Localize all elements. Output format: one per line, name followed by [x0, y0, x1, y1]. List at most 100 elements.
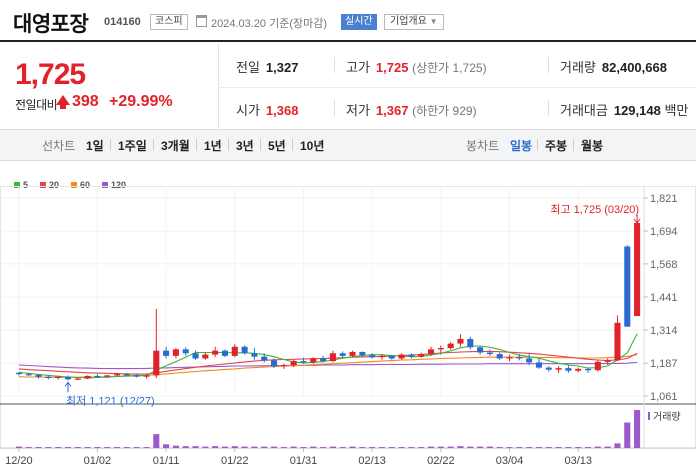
x-tick-label: 01/31 [290, 455, 318, 467]
candle-body [310, 358, 317, 363]
tab-1w[interactable]: 1주일 [118, 137, 147, 154]
volume-bar [594, 446, 601, 448]
quote-date: 2024.03.20 기준(장마감) [211, 18, 328, 30]
candle-body [516, 357, 523, 359]
prev-close: 전일 1,327 [236, 60, 299, 75]
candle-body [614, 322, 621, 361]
candle-body [270, 360, 278, 367]
candle-body [300, 361, 307, 363]
price-change: 398 [72, 93, 99, 110]
candle-body [477, 347, 484, 353]
volume-bar [427, 446, 435, 448]
volume-bar [251, 446, 258, 448]
chart-tabs: 선차트 1일 1주일 3개월 1년 3년 5년 10년 봉차트 일봉 주봉 월봉 [0, 130, 696, 161]
volume-bar [378, 447, 386, 448]
candle-body [55, 376, 62, 379]
volume-bar [123, 447, 130, 448]
x-tick-label: 03/13 [564, 455, 592, 467]
volume-bar [55, 447, 62, 448]
volume-bar [624, 422, 631, 448]
tab-10y[interactable]: 10년 [300, 137, 324, 154]
calendar-icon [196, 15, 207, 27]
volume-bar [477, 446, 484, 448]
candle-body [192, 353, 199, 359]
candle-body [457, 338, 464, 344]
candle-body [231, 346, 238, 356]
volume-bar [172, 445, 179, 448]
y-tick-label: 1,187 [650, 358, 678, 370]
volume-bar [310, 446, 317, 448]
ma5-line [18, 333, 638, 379]
volume-bar [545, 447, 552, 448]
tab-1y[interactable]: 1년 [204, 137, 222, 154]
x-tick-label: 02/22 [427, 455, 455, 467]
volume-bar [221, 446, 229, 448]
tab-monthly[interactable]: 월봉 [581, 137, 603, 154]
volume-bar [202, 446, 209, 448]
volume-bar [153, 434, 160, 448]
candle-body [565, 368, 572, 371]
volume-bar [212, 446, 219, 448]
volume-bar [74, 447, 81, 448]
volume-label: 거래량 [653, 411, 681, 423]
price-change-percent: +29.99% [109, 93, 173, 110]
volume-bar [163, 444, 170, 448]
divider [196, 139, 197, 151]
candle-body [133, 375, 140, 377]
tab-5y[interactable]: 5년 [268, 137, 286, 154]
low-annotation: 최저 1,121 (12/27) [66, 394, 155, 407]
volume-bar [104, 447, 111, 448]
volume: 거래량 82,400,668 [560, 60, 667, 75]
candlestick-chart[interactable]: 1,821 1,694 1,568 1,441 1,314 1,187 1,061 12/20… [0, 186, 696, 475]
candle-body [64, 376, 72, 380]
divider [260, 139, 261, 151]
volume-bar [496, 447, 503, 448]
candle-body [349, 351, 356, 356]
x-tick-label: 01/22 [221, 455, 249, 467]
candle-body [369, 355, 376, 358]
candle-body [506, 357, 513, 359]
divider [153, 139, 154, 151]
candle-body [320, 358, 327, 362]
tab-3m[interactable]: 3개월 [161, 137, 190, 154]
candle-body [251, 353, 258, 357]
tab-weekly[interactable]: 주봉 [545, 137, 567, 154]
volume-bar [25, 447, 32, 448]
volume-bar [369, 447, 376, 448]
volume-bar [182, 446, 189, 448]
candle-body [526, 358, 533, 363]
volume-bar [486, 446, 493, 448]
candle-body [280, 364, 287, 367]
volume-bar [575, 447, 582, 448]
volume-bar [261, 446, 268, 448]
volume-bar [614, 443, 621, 448]
divider [573, 139, 574, 151]
realtime-button[interactable]: 실시간 [341, 14, 377, 30]
divider [228, 139, 229, 151]
line-chart-label[interactable]: 선차트 [42, 137, 75, 154]
tab-3y[interactable]: 3년 [236, 137, 254, 154]
up-arrow-icon [56, 95, 70, 109]
candle-chart-label: 봉차트 [466, 139, 500, 153]
candle-body [329, 353, 336, 362]
candle-body [624, 246, 631, 327]
company-info-dropdown[interactable]: 기업개요 ▼ [384, 14, 444, 30]
open-price: 시가 1,368 [236, 103, 299, 118]
volume-bar [437, 446, 444, 448]
volume-bar [231, 446, 238, 448]
high-price: 고가 1,725 (상한가 1,725) [346, 60, 487, 75]
candle-body [202, 354, 209, 359]
volume-bar [84, 447, 91, 448]
tab-daily[interactable]: 일봉 [510, 137, 532, 154]
candle-body [339, 353, 346, 356]
candle-body [388, 355, 395, 359]
volume-bar [388, 447, 395, 448]
volume-label-marker [648, 412, 650, 420]
volume-bar [270, 446, 278, 448]
volume-bar [604, 446, 611, 448]
divider [548, 57, 549, 73]
volume-bar [64, 447, 72, 448]
tab-1d[interactable]: 1일 [86, 137, 104, 154]
candle-body [467, 338, 474, 348]
divider [537, 139, 538, 151]
